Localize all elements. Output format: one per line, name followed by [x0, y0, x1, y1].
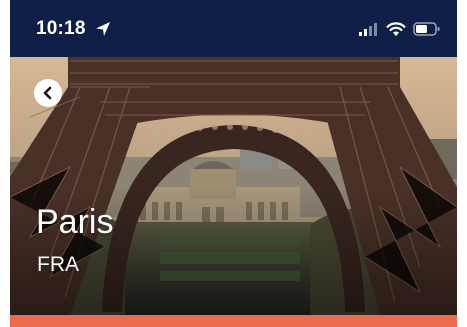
city-name: Paris: [36, 203, 114, 241]
location-arrow-icon: [96, 22, 110, 36]
destination-hero: Paris FRA: [10, 57, 457, 315]
status-bar: 10:18: [10, 0, 457, 57]
country-code: FRA: [37, 253, 79, 276]
accent-bar: [10, 315, 457, 327]
chevron-left-icon: [43, 86, 52, 100]
status-icons: [359, 20, 441, 38]
wifi-icon: [386, 21, 406, 36]
destination-screen: 10:18 Paris FRA: [0, 0, 467, 327]
back-button[interactable]: [34, 79, 62, 107]
status-time: 10:18: [36, 18, 86, 39]
cellular-signal-icon: [359, 23, 377, 36]
battery-icon: [413, 22, 440, 36]
